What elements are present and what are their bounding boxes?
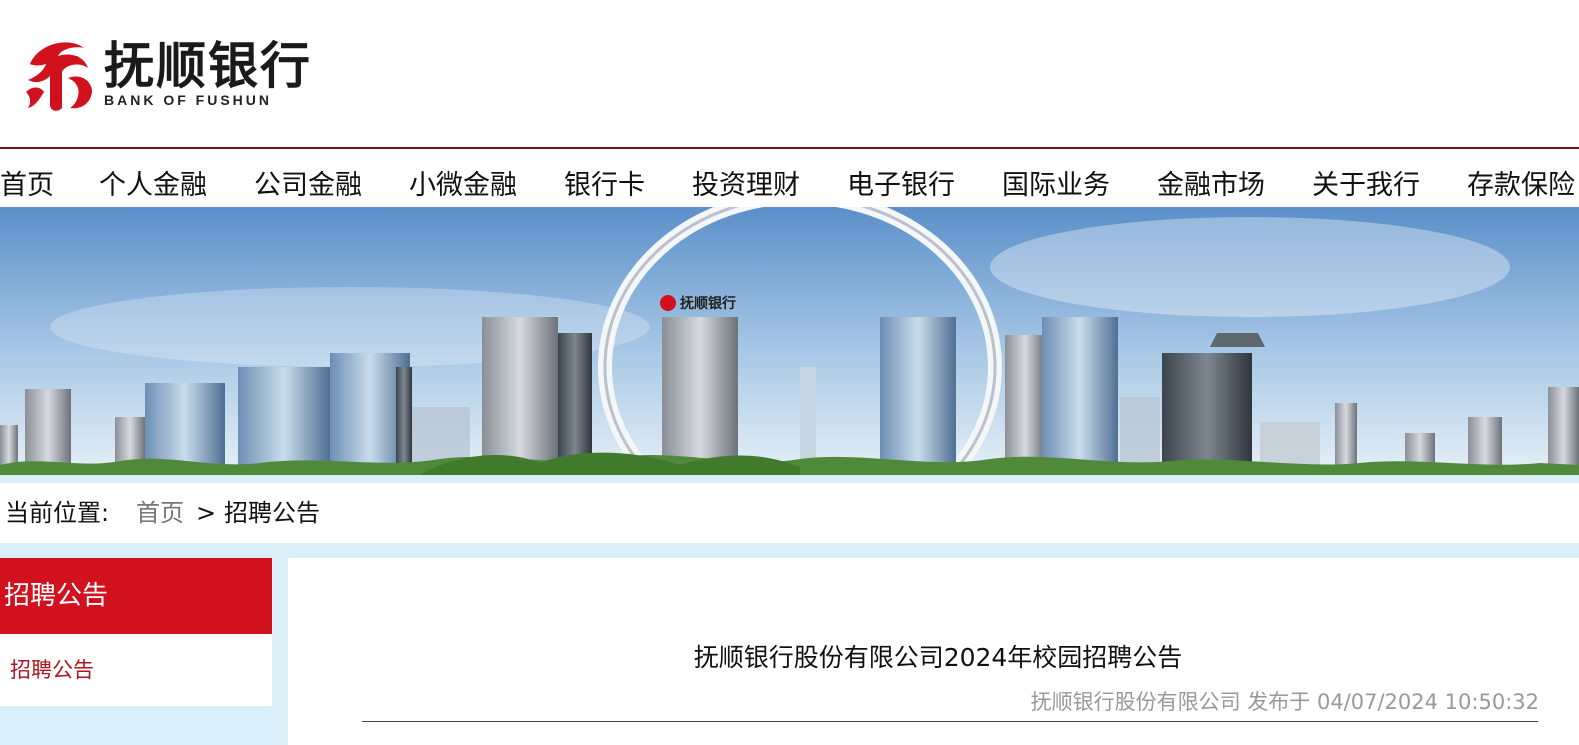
sidebar-item-recruitment[interactable]: 招聘公告 — [10, 654, 94, 684]
sidebar-title: 招聘公告 — [0, 558, 272, 634]
nav-item-about-us[interactable]: 关于我行 — [1312, 163, 1420, 202]
breadcrumb-home-link[interactable]: 首页 — [136, 483, 184, 543]
bank-logo[interactable]: 抚顺银行 BANK OF FUSHUN — [18, 34, 328, 118]
logo-name-cn: 抚顺银行 — [104, 36, 312, 95]
hero-banner: 抚顺银行 — [0, 207, 1579, 475]
nav-item-home[interactable]: 首页 — [0, 163, 54, 202]
fortune-logo-icon — [26, 42, 92, 111]
banner-logo-text: 抚顺银行 — [680, 295, 736, 312]
sidebar: 招聘公告 招聘公告 — [0, 558, 272, 706]
breadcrumb-current: 招聘公告 — [224, 499, 320, 527]
nav-item-international[interactable]: 国际业务 — [1002, 163, 1110, 202]
article-panel: 抚顺银行股份有限公司2024年校园招聘公告 抚顺银行股份有限公司 发布于 04/… — [288, 558, 1579, 745]
breadcrumb: 当前位置: 首页 > 招聘公告 — [0, 483, 1579, 543]
nav-item-personal-finance[interactable]: 个人金融 — [99, 163, 207, 202]
nav-item-financial-market[interactable]: 金融市场 — [1157, 163, 1265, 202]
site-header: 抚顺银行 BANK OF FUSHUN — [0, 0, 1579, 147]
logo-name-en: BANK OF FUSHUN — [104, 92, 272, 108]
city-skyline-image: 抚顺银行 — [0, 207, 1579, 475]
breadcrumb-separator: > — [196, 499, 217, 527]
nav-item-deposit-insurance[interactable]: 存款保险 — [1467, 163, 1575, 202]
article-divider — [362, 721, 1538, 722]
main-nav: 首页 个人金融 公司金融 小微金融 银行卡 投资理财 电子银行 国际业务 金融市… — [0, 149, 1579, 207]
nav-item-investment[interactable]: 投资理财 — [692, 163, 800, 202]
breadcrumb-label: 当前位置: — [5, 499, 110, 527]
article-meta: 抚顺银行股份有限公司 发布于 04/07/2024 10:50:32 — [1030, 690, 1539, 714]
nav-item-small-micro-finance[interactable]: 小微金融 — [409, 163, 517, 202]
article-title: 抚顺银行股份有限公司2024年校园招聘公告 — [693, 643, 1183, 672]
nav-item-corporate-finance[interactable]: 公司金融 — [254, 163, 362, 202]
nav-item-bank-card[interactable]: 银行卡 — [564, 163, 645, 202]
nav-item-e-banking[interactable]: 电子银行 — [847, 163, 955, 202]
